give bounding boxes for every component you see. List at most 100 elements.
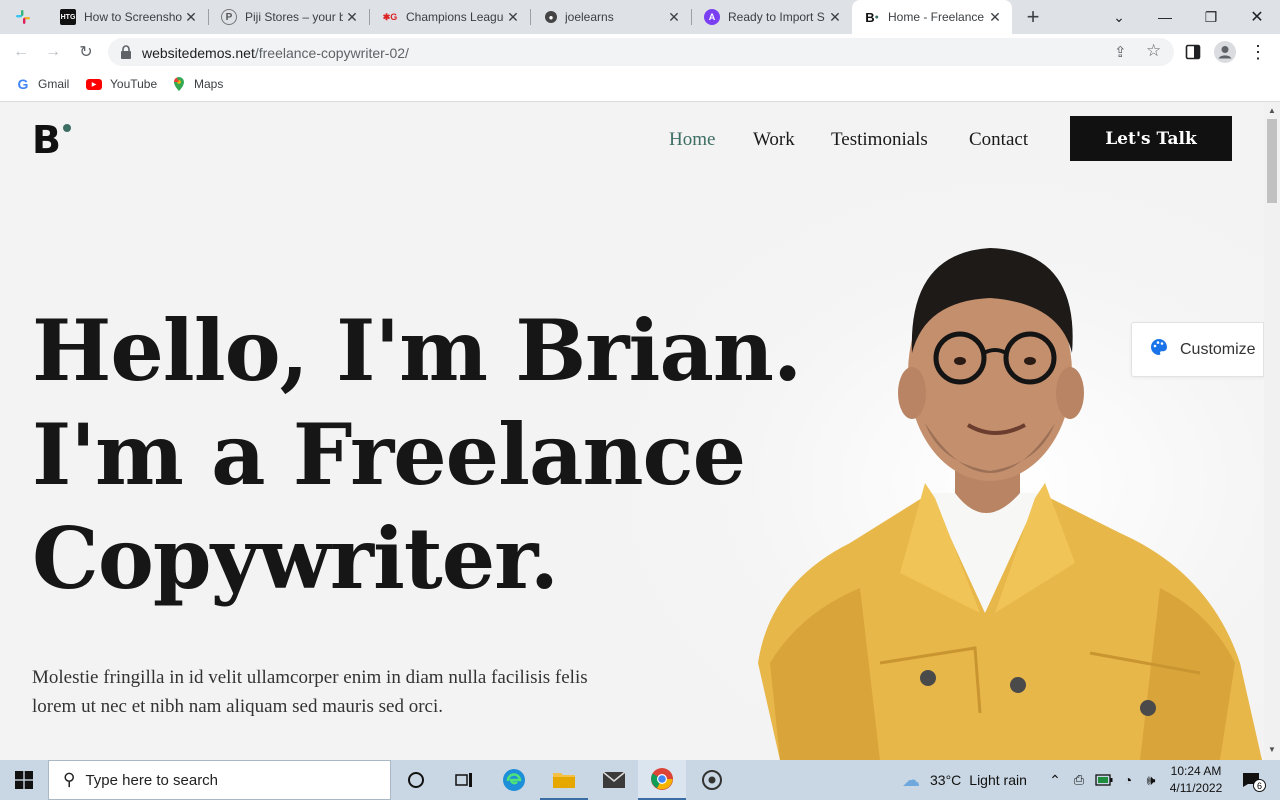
bookmark-youtube[interactable]: ▶ YouTube [86,77,157,91]
url-path: /freelance-copywriter-02/ [254,45,409,61]
page-scrollbar[interactable]: ▲ ▼ [1264,103,1280,760]
weather-text: Light rain [969,772,1027,788]
forward-button[interactable]: → [40,39,66,65]
url-domain: websitedemos.net [142,45,255,61]
tab-joelearns[interactable]: ● joelearns ✕ [531,0,691,34]
close-icon[interactable]: ✕ [665,8,683,26]
bookmark-gmail[interactable]: G Gmail [16,76,70,92]
bookmark-label: YouTube [110,77,158,91]
bookmark-label: Maps [194,77,224,91]
tab-piji-stores[interactable]: P Piji Stores – your b ✕ [209,0,369,34]
customize-label: Customize [1180,340,1256,358]
close-icon[interactable]: ✕ [182,8,200,26]
palette-icon [1150,338,1168,361]
tab-strip: HTG How to Screenshot ✕ P Piji Stores – … [0,0,1280,34]
volume-icon[interactable]: 🕪 [1140,760,1162,800]
wifi-icon[interactable]: ◔ [1117,760,1139,800]
maps-icon [172,77,186,91]
logo-letter: B [32,118,61,162]
menu-kebab-icon[interactable]: ⋮ [1245,39,1271,65]
share-icon[interactable]: ⇪ [1114,43,1127,61]
windows-taskbar: ⚲ Type here to search ☁ 33°C Light rain … [0,760,1280,800]
url-text[interactable]: websitedemos.net/freelance-copywriter-02… [142,45,409,61]
webpage: B Home Work Testimonials Contact Let's T… [0,103,1264,760]
cortana-icon[interactable] [392,760,440,800]
bookmark-maps[interactable]: Maps [172,77,223,91]
chrome-icon[interactable] [638,760,686,800]
scrollbar-thumb[interactable] [1267,119,1277,203]
close-icon[interactable]: ✕ [986,8,1004,26]
tab-title: joelearns [565,10,614,24]
htg-icon: HTG [60,9,76,25]
profile-avatar-icon[interactable] [1212,39,1238,65]
media-app-icon[interactable] [688,760,736,800]
nav-testimonials[interactable]: Testimonials [831,129,928,151]
nav-contact[interactable]: Contact [969,129,1028,151]
reload-button[interactable]: ↻ [73,39,99,65]
close-icon[interactable]: ✕ [826,8,844,26]
notifications-icon[interactable]: 6 [1236,760,1266,800]
tab-ready-to-import[interactable]: A Ready to Import S ✕ [692,0,852,34]
edge-icon[interactable] [490,760,538,800]
file-explorer-icon[interactable] [540,760,588,800]
nav-home[interactable]: Home [669,129,715,151]
weather-icon: ☁ [902,769,920,790]
tab-title: Ready to Import S [728,10,825,24]
chevron-up-icon[interactable]: ⌃ [1044,760,1066,800]
weather-temp: 33°C [930,772,962,788]
bookmark-label: Gmail [38,77,70,91]
tab-home-freelance[interactable]: B ● Home - Freelance ✕ [852,0,1012,34]
lock-icon[interactable] [120,45,132,64]
restore-button[interactable]: ❐ [1188,0,1234,34]
clock-date: 4/11/2022 [1169,781,1223,795]
portrait-image [740,193,1264,760]
sidepanel-icon[interactable] [1180,39,1206,65]
site-logo[interactable]: B [32,116,71,164]
astra-icon: A [704,9,720,25]
scroll-down-arrow-icon[interactable]: ▼ [1268,745,1276,754]
tab-search-chevron-icon[interactable]: ⌄ [1096,0,1142,34]
meet-now-icon[interactable]: ⎙ [1068,760,1090,800]
tab-champions-league[interactable]: ✱G Champions League ✕ [370,0,530,34]
bookmarks-bar: G Gmail ▶ YouTube Maps [0,70,1280,102]
close-window-button[interactable]: ✕ [1234,0,1280,34]
address-bar[interactable]: websitedemos.net/freelance-copywriter-02… [108,38,1174,66]
minimize-button[interactable]: — [1142,0,1188,34]
taskbar-search-box[interactable]: ⚲ Type here to search [48,760,391,800]
hero-line: Copywriter. [32,509,559,608]
brian-icon: B ● [865,9,879,25]
tab-title: How to Screenshot [84,10,182,24]
tab-title: Piji Stores – your b [245,10,343,24]
hero-heading: Hello, I'm Brian. I'm a Freelance Copywr… [32,299,802,611]
uefa-icon: ✱G [382,11,398,22]
hero-paragraph: Molestie fringilla in id velit ullamcorp… [32,667,588,717]
lets-talk-button[interactable]: Let's Talk [1070,116,1232,161]
globe-icon: ● [545,11,557,23]
battery-icon[interactable] [1093,760,1115,800]
star-icon[interactable]: ☆ [1146,41,1161,61]
new-tab-button[interactable]: + [1020,4,1046,29]
youtube-icon: ▶ [86,78,102,90]
notification-count: 6 [1253,779,1266,792]
start-button[interactable] [0,760,48,800]
search-icon: ⚲ [63,770,76,789]
tab-title: Home - Freelance [888,10,985,24]
clock-time: 10:24 AM [1170,764,1222,778]
tab-how-to-screenshot[interactable]: HTG How to Screenshot ✕ [48,0,208,34]
google-icon: G [17,76,29,92]
scroll-up-arrow-icon[interactable]: ▲ [1268,106,1276,115]
logo-dot [63,124,71,132]
hero-line: I'm a Freelance [32,405,746,504]
browser-toolbar: ← → ↻ websitedemos.net/freelance-copywri… [0,34,1280,70]
mail-icon[interactable] [590,760,638,800]
clock[interactable]: 10:24 AM 4/11/2022 [1163,760,1229,800]
tab-title: Champions League [406,10,504,24]
back-button[interactable]: ← [8,39,34,65]
close-icon[interactable]: ✕ [343,8,361,26]
weather-widget[interactable]: ☁ 33°C Light rain [902,760,1044,800]
task-view-icon[interactable] [440,760,488,800]
close-icon[interactable]: ✕ [504,8,522,26]
slack-icon[interactable] [14,8,32,26]
customize-button[interactable]: Customize [1131,322,1264,377]
nav-work[interactable]: Work [753,129,795,151]
